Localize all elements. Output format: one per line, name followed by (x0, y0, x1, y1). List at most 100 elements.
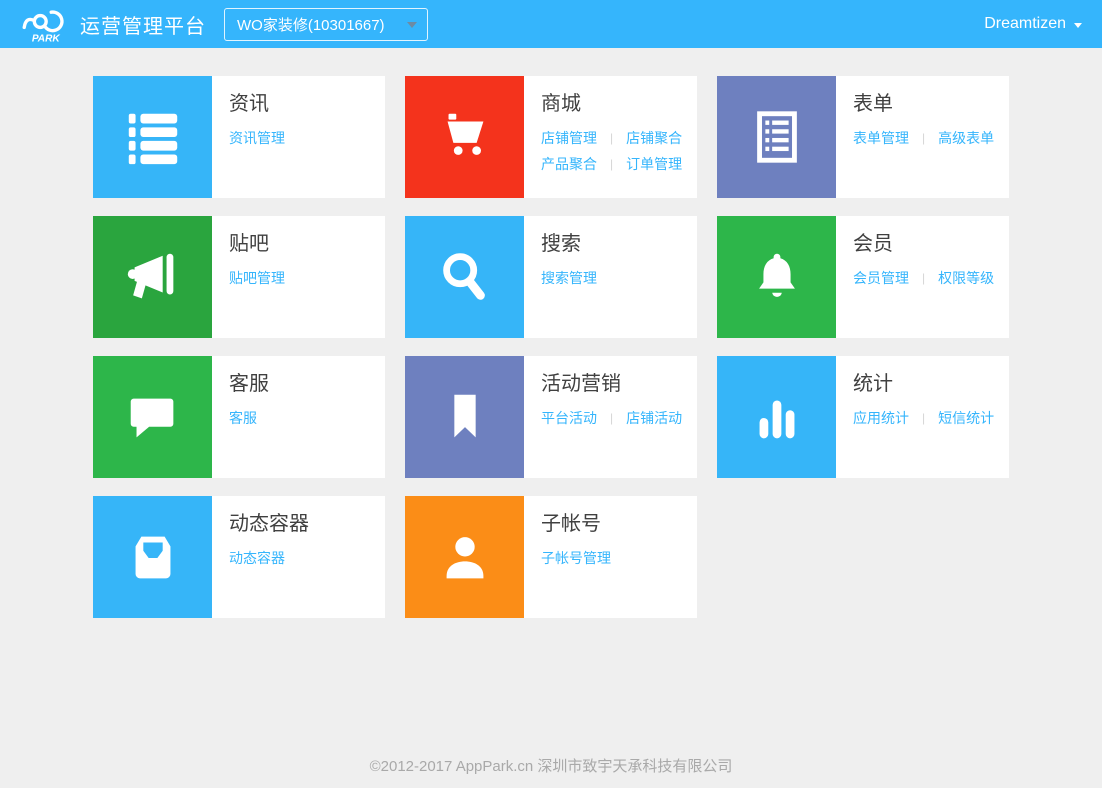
module-card: 子帐号 子帐号管理 (405, 496, 697, 618)
module-link-row: 产品聚合 | 订单管理 (541, 151, 682, 177)
module-link-row: 应用统计 | 短信统计 (853, 405, 994, 431)
module-link-row: 贴吧管理 (229, 265, 285, 291)
module-link-row: 动态容器 (229, 545, 309, 571)
module-link[interactable]: 贴吧管理 (229, 265, 285, 291)
chevron-down-icon (407, 22, 417, 28)
link-separator: | (922, 265, 925, 291)
module-link-row: 客服 (229, 405, 269, 431)
module-links: 贴吧管理 (229, 265, 285, 291)
module-link-row: 搜索管理 (541, 265, 597, 291)
module-title: 表单 (853, 92, 994, 116)
module-card: 表单 表单管理 | 高级表单 (717, 76, 1009, 198)
module-title: 活动营销 (541, 372, 682, 396)
module-card: 贴吧 贴吧管理 (93, 216, 385, 338)
megaphone-icon[interactable] (93, 216, 212, 338)
module-title: 动态容器 (229, 512, 309, 536)
module-link[interactable]: 高级表单 (938, 125, 994, 151)
module-link[interactable]: 店铺活动 (626, 405, 682, 431)
module-links: 搜索管理 (541, 265, 597, 291)
module-link[interactable]: 平台活动 (541, 405, 597, 431)
module-links: 店铺管理 | 店铺聚合产品聚合 | 订单管理 (541, 125, 682, 177)
logo-wordmark: PARK (32, 34, 61, 44)
module-link[interactable]: 客服 (229, 405, 257, 431)
module-card-body: 动态容器 动态容器 (212, 496, 319, 618)
cloud-logo-icon: PARK (20, 4, 74, 44)
module-card: 资讯 资讯管理 (93, 76, 385, 198)
bookmark-icon[interactable] (405, 356, 524, 478)
module-link[interactable]: 搜索管理 (541, 265, 597, 291)
module-link-row: 子帐号管理 (541, 545, 611, 571)
module-link[interactable]: 订单管理 (626, 151, 682, 177)
module-title: 客服 (229, 372, 269, 396)
user-menu-label: Dreamtizen (984, 15, 1066, 33)
module-card: 活动营销 平台活动 | 店铺活动 (405, 356, 697, 478)
module-link[interactable]: 产品聚合 (541, 151, 597, 177)
module-title: 搜索 (541, 232, 597, 256)
module-card-body: 搜索 搜索管理 (524, 216, 607, 338)
module-links: 客服 (229, 405, 269, 431)
module-link[interactable]: 短信统计 (938, 405, 994, 431)
app-selector-dropdown[interactable]: WO家装修(10301667) (224, 8, 428, 41)
app-logo: PARK (20, 4, 74, 44)
module-title: 统计 (853, 372, 994, 396)
module-link[interactable]: 店铺管理 (541, 125, 597, 151)
inbox-icon[interactable] (93, 496, 212, 618)
module-card-body: 客服 客服 (212, 356, 279, 478)
module-link[interactable]: 表单管理 (853, 125, 909, 151)
list-icon[interactable] (93, 76, 212, 198)
module-link[interactable]: 权限等级 (938, 265, 994, 291)
module-link[interactable]: 应用统计 (853, 405, 909, 431)
module-title: 会员 (853, 232, 994, 256)
module-card-body: 商城 店铺管理 | 店铺聚合产品聚合 | 订单管理 (524, 76, 692, 198)
search-icon[interactable] (405, 216, 524, 338)
module-link-row: 资讯管理 (229, 125, 285, 151)
module-title: 贴吧 (229, 232, 285, 256)
module-card-body: 活动营销 平台活动 | 店铺活动 (524, 356, 692, 478)
link-separator: | (610, 151, 613, 177)
module-title: 子帐号 (541, 512, 611, 536)
module-link-row: 店铺管理 | 店铺聚合 (541, 125, 682, 151)
module-link-row: 表单管理 | 高级表单 (853, 125, 994, 151)
module-card-body: 统计 应用统计 | 短信统计 (836, 356, 1004, 478)
chevron-down-icon (1074, 23, 1082, 28)
module-link[interactable]: 店铺聚合 (626, 125, 682, 151)
module-links: 资讯管理 (229, 125, 285, 151)
module-card-body: 贴吧 贴吧管理 (212, 216, 295, 338)
module-links: 平台活动 | 店铺活动 (541, 405, 682, 431)
link-separator: | (610, 405, 613, 431)
footer-copyright: ©2012-2017 AppPark.cn 深圳市致宇天承科技有限公司 (0, 739, 1102, 788)
module-card: 客服 客服 (93, 356, 385, 478)
module-title: 商城 (541, 92, 682, 116)
module-link[interactable]: 资讯管理 (229, 125, 285, 151)
module-links: 表单管理 | 高级表单 (853, 125, 994, 151)
module-link[interactable]: 动态容器 (229, 545, 285, 571)
top-navbar: PARK 运营管理平台 WO家装修(10301667) Dreamtizen (0, 0, 1102, 48)
link-separator: | (922, 125, 925, 151)
module-card-body: 会员 会员管理 | 权限等级 (836, 216, 1004, 338)
module-link[interactable]: 会员管理 (853, 265, 909, 291)
module-card-body: 表单 表单管理 | 高级表单 (836, 76, 1004, 198)
module-card: 动态容器 动态容器 (93, 496, 385, 618)
module-link-row: 会员管理 | 权限等级 (853, 265, 994, 291)
app-selector-value: WO家装修(10301667) (237, 14, 385, 35)
platform-title: 运营管理平台 (80, 10, 206, 39)
module-title: 资讯 (229, 92, 285, 116)
link-separator: | (610, 125, 613, 151)
module-card-body: 子帐号 子帐号管理 (524, 496, 621, 618)
user-icon[interactable] (405, 496, 524, 618)
module-card: 商城 店铺管理 | 店铺聚合产品聚合 | 订单管理 (405, 76, 697, 198)
module-links: 子帐号管理 (541, 545, 611, 571)
module-links: 会员管理 | 权限等级 (853, 265, 994, 291)
bar-chart-icon[interactable] (717, 356, 836, 478)
module-link-row: 平台活动 | 店铺活动 (541, 405, 682, 431)
cart-icon[interactable] (405, 76, 524, 198)
chat-icon[interactable] (93, 356, 212, 478)
module-card-body: 资讯 资讯管理 (212, 76, 295, 198)
form-icon[interactable] (717, 76, 836, 198)
module-card: 会员 会员管理 | 权限等级 (717, 216, 1009, 338)
module-links: 应用统计 | 短信统计 (853, 405, 994, 431)
link-separator: | (922, 405, 925, 431)
user-menu-dropdown[interactable]: Dreamtizen (984, 15, 1082, 33)
bell-icon[interactable] (717, 216, 836, 338)
module-link[interactable]: 子帐号管理 (541, 545, 611, 571)
